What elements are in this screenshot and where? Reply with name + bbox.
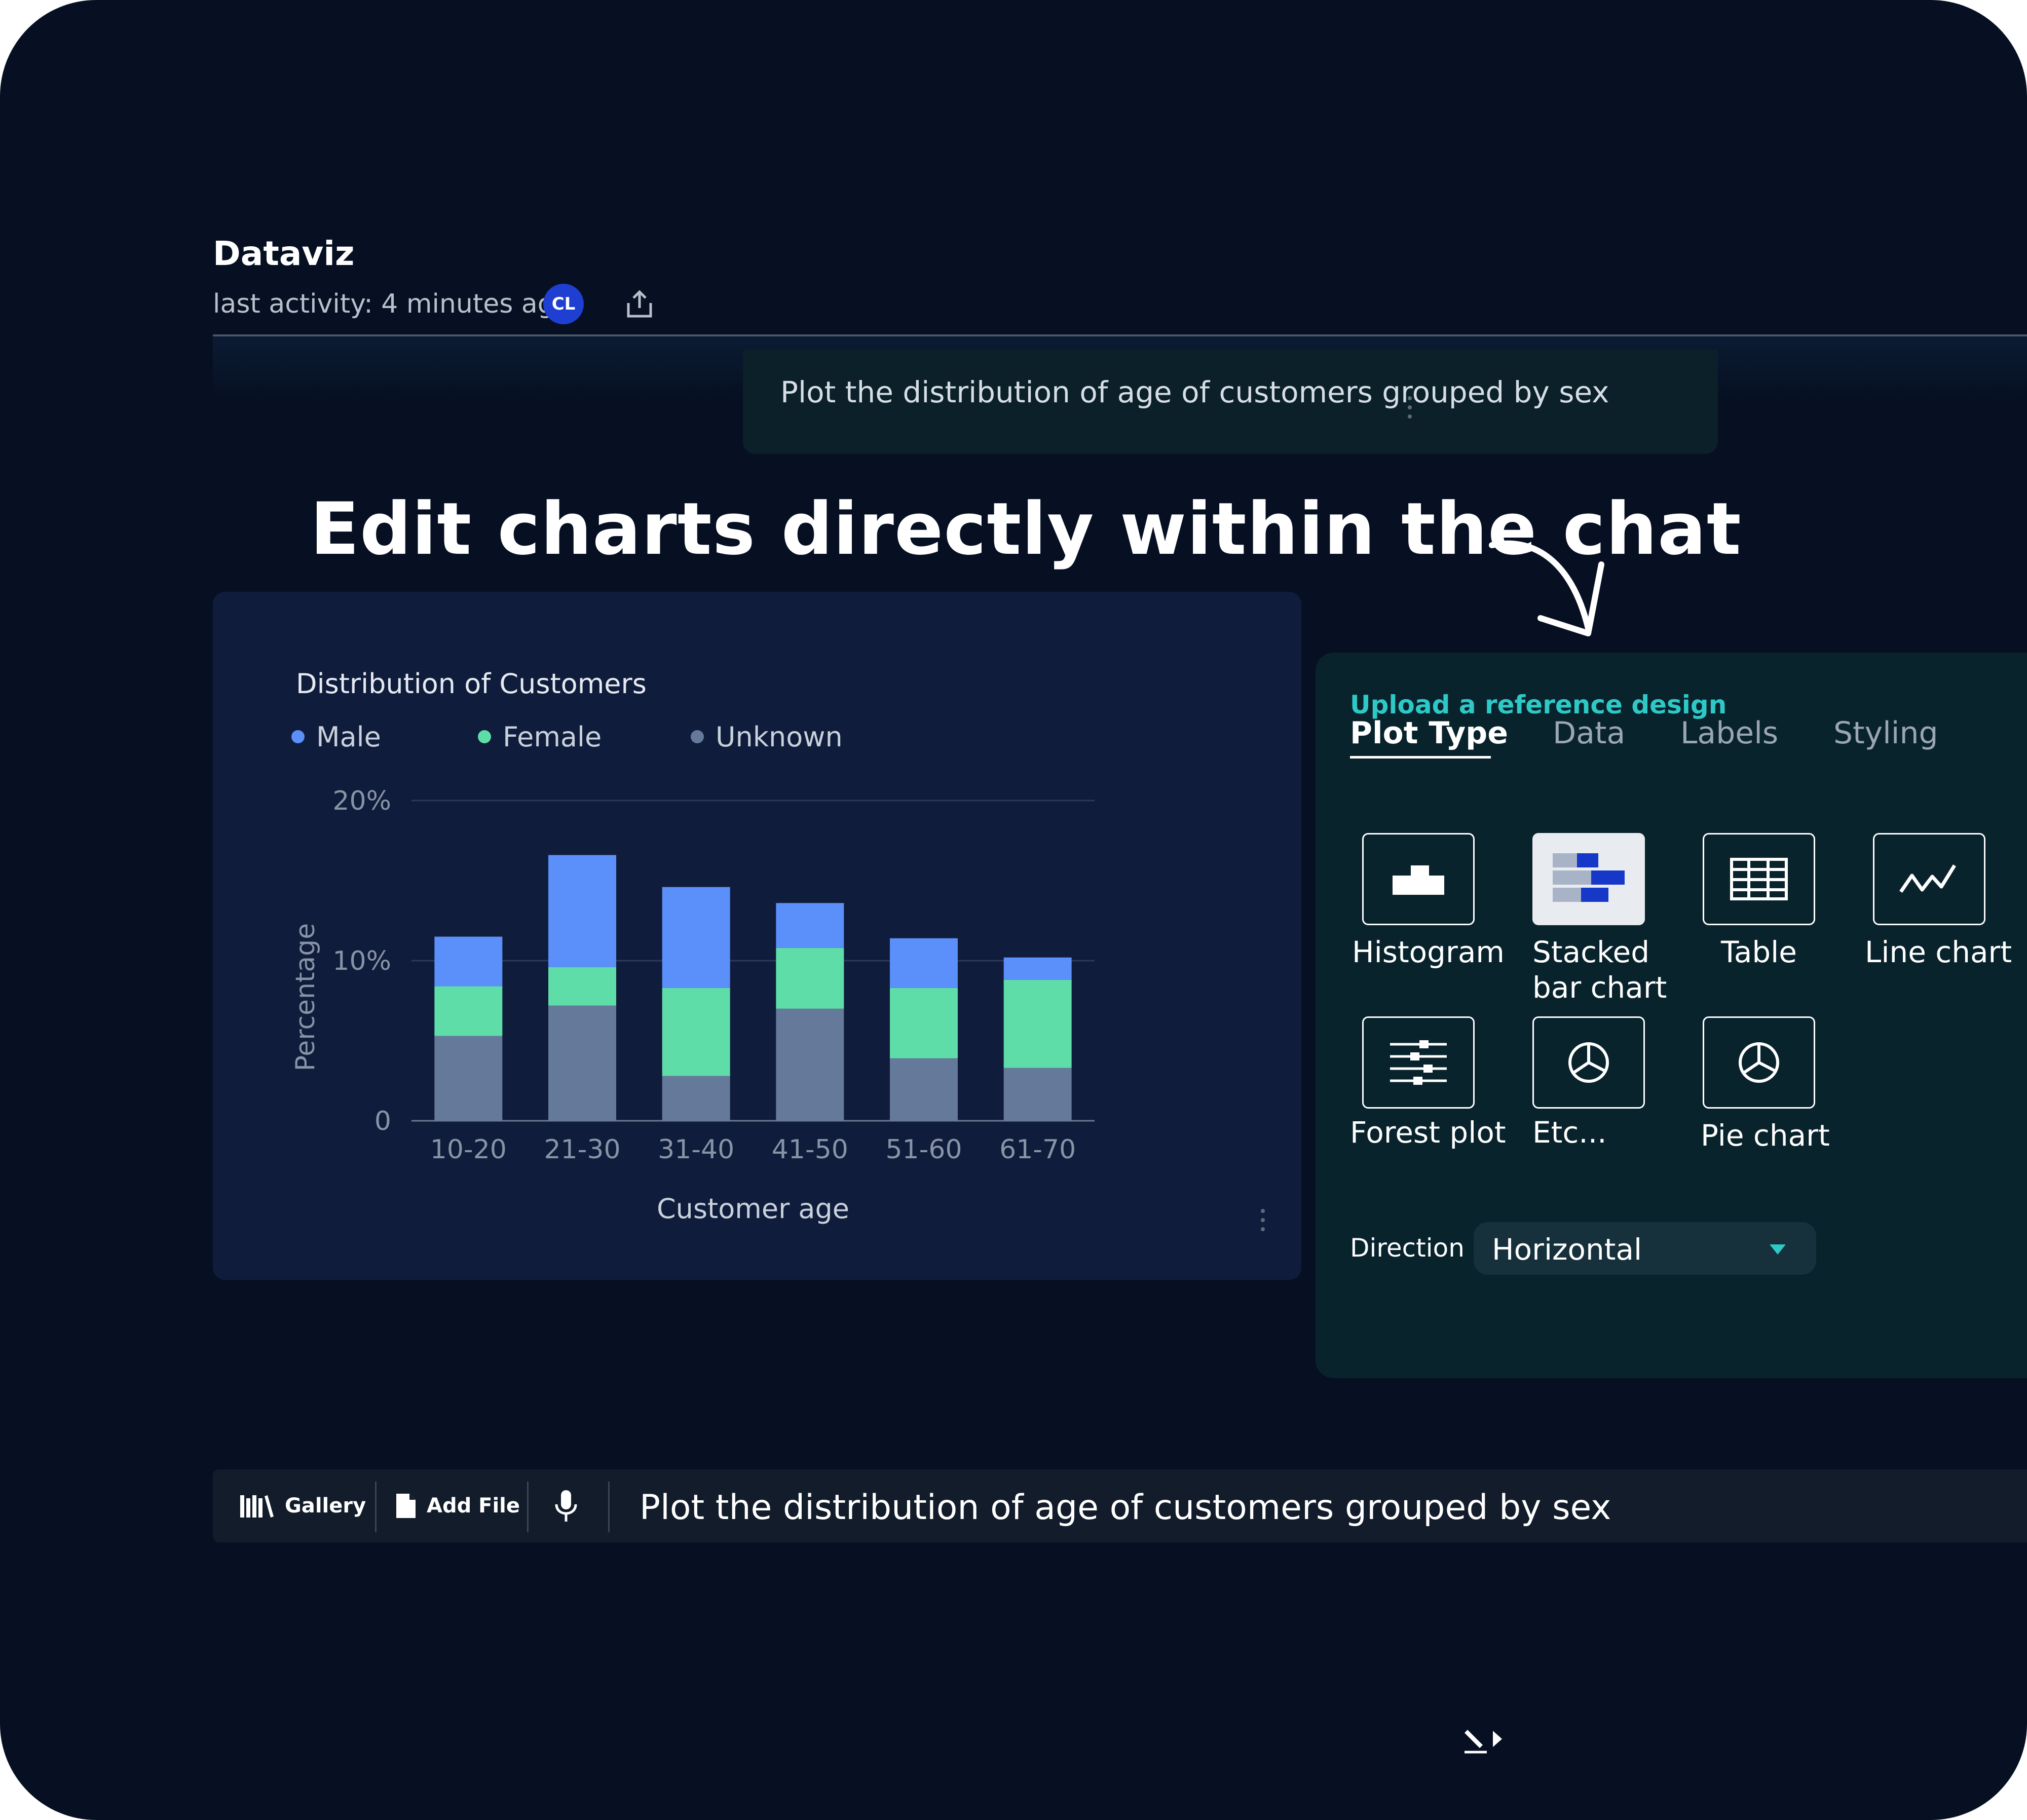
histogram-button[interactable] — [1362, 833, 1475, 925]
line-chart-icon — [1899, 864, 1956, 893]
tab-plot-type[interactable]: Plot Type — [1350, 715, 1508, 751]
y-tick-label: 10% — [332, 946, 391, 976]
bar-segment — [434, 936, 503, 987]
chat-input-bar: Gallery Add File Plot the distribution o… — [213, 1469, 2027, 1542]
microphone-button[interactable] — [553, 1469, 579, 1542]
app-title: Dataviz — [213, 234, 355, 273]
direction-select[interactable]: Horizontal — [1474, 1222, 1816, 1275]
bar-segment — [776, 1008, 844, 1121]
chart-title: Distribution of Customers — [296, 668, 647, 700]
microphone-icon — [555, 1490, 577, 1522]
edit-chart-icon[interactable] — [1459, 1725, 1505, 1757]
legend-label: Unknown — [716, 721, 843, 753]
table-button[interactable] — [1703, 833, 1815, 925]
tab-labels[interactable]: Labels — [1680, 715, 1778, 751]
bar-segment — [890, 1058, 958, 1121]
bar-segment — [548, 967, 616, 1006]
stacked-bar-label-line1: Stacked — [1532, 935, 1650, 969]
legend-marker — [478, 730, 491, 743]
line-chart-button[interactable] — [1873, 833, 1985, 925]
bar-segment — [434, 986, 503, 1036]
x-axis-label: Customer age — [657, 1193, 849, 1225]
histogram-label: Histogram — [1352, 935, 1505, 969]
divider — [608, 1482, 610, 1532]
user-message: Plot the distribution of age of customer… — [743, 350, 1718, 454]
y-tick-label: 20% — [332, 786, 391, 816]
chart-edit-panel: Upload a reference design Plot Type Data… — [1316, 653, 2027, 1378]
avatar[interactable]: CL — [543, 284, 584, 324]
y-axis-label: Percentage — [290, 923, 321, 1072]
divider — [375, 1482, 377, 1532]
x-tick-label: 10-20 — [430, 1134, 507, 1165]
bar-segment — [662, 988, 730, 1076]
etc-button[interactable] — [1532, 1016, 1645, 1109]
line-chart-label: Line chart — [1865, 935, 2012, 969]
forest-plot-button[interactable] — [1362, 1016, 1475, 1109]
x-tick-label: 31-40 — [658, 1134, 734, 1165]
bar-segment — [776, 947, 844, 1009]
bar-segment — [548, 855, 616, 967]
chat-input[interactable]: Plot the distribution of age of customer… — [640, 1488, 1611, 1528]
app-frame: Dataviz last activity: 4 minutes ago CL … — [0, 0, 2027, 1820]
stacked-bar-button[interactable] — [1532, 833, 1645, 925]
message-menu-icon[interactable] — [1407, 396, 1413, 427]
bar-segment — [548, 1005, 616, 1121]
bar-segment — [662, 887, 730, 988]
stacked-bar-chart: Distribution of Customers Male Female Unkno… — [290, 668, 1095, 1225]
legend-label: Female — [503, 721, 602, 753]
legend-label: Male — [316, 721, 381, 753]
x-tick-label: 51-60 — [885, 1134, 962, 1165]
direction-label: Direction — [1350, 1233, 1465, 1263]
active-tab-indicator — [1350, 756, 1491, 759]
add-file-button[interactable]: Add File — [395, 1469, 520, 1542]
stacked-bar-icon — [1553, 853, 1625, 902]
pie-icon — [1568, 1042, 1609, 1083]
bar-segment — [890, 938, 958, 988]
direction-value: Horizontal — [1492, 1232, 1642, 1267]
table-label: Table — [1721, 935, 1797, 969]
forest-plot-icon — [1390, 1040, 1447, 1085]
chart-menu-icon[interactable] — [1260, 1209, 1266, 1239]
legend-marker — [291, 730, 305, 743]
add-file-label: Add File — [427, 1494, 520, 1518]
histogram-icon — [1393, 865, 1444, 895]
x-tick-label: 41-50 — [772, 1134, 848, 1165]
chevron-down-icon — [1770, 1244, 1786, 1255]
y-tick-label: 0 — [374, 1106, 391, 1136]
bar-segment — [1003, 1068, 1072, 1121]
table-icon — [1730, 858, 1788, 900]
bar-segment — [890, 988, 958, 1058]
library-icon — [240, 1495, 274, 1518]
divider — [527, 1482, 529, 1532]
bar-segment — [662, 1076, 730, 1121]
bar-segment — [1003, 957, 1072, 980]
gallery-button[interactable]: Gallery — [239, 1469, 366, 1542]
arrow-icon — [1489, 540, 1604, 636]
bar-segment — [434, 1036, 503, 1121]
pie-chart-button[interactable] — [1703, 1016, 1815, 1109]
share-icon[interactable] — [623, 288, 656, 320]
chart-card: Distribution of Customers Male Female Unkno… — [213, 592, 1502, 1754]
x-tick-label: 61-70 — [999, 1134, 1076, 1165]
etc-label: Etc... — [1532, 1115, 1607, 1150]
file-icon — [396, 1494, 416, 1518]
gallery-label: Gallery — [285, 1494, 366, 1518]
legend-marker — [691, 730, 704, 743]
tab-data[interactable]: Data — [1553, 715, 1625, 751]
x-tick-label: 21-30 — [544, 1134, 620, 1165]
pie-icon — [1739, 1042, 1779, 1083]
last-activity: last activity: 4 minutes ago — [213, 289, 571, 319]
pie-chart-label: Pie chart — [1701, 1118, 1830, 1153]
forest-plot-label: Forest plot — [1350, 1115, 1506, 1150]
user-message-text: Plot the distribution of age of customer… — [780, 375, 1609, 409]
stacked-bar-label-line2: bar chart — [1532, 970, 1667, 1005]
tab-styling[interactable]: Styling — [1833, 715, 1938, 751]
bar-segment — [776, 903, 844, 948]
bar-segment — [1003, 979, 1072, 1068]
